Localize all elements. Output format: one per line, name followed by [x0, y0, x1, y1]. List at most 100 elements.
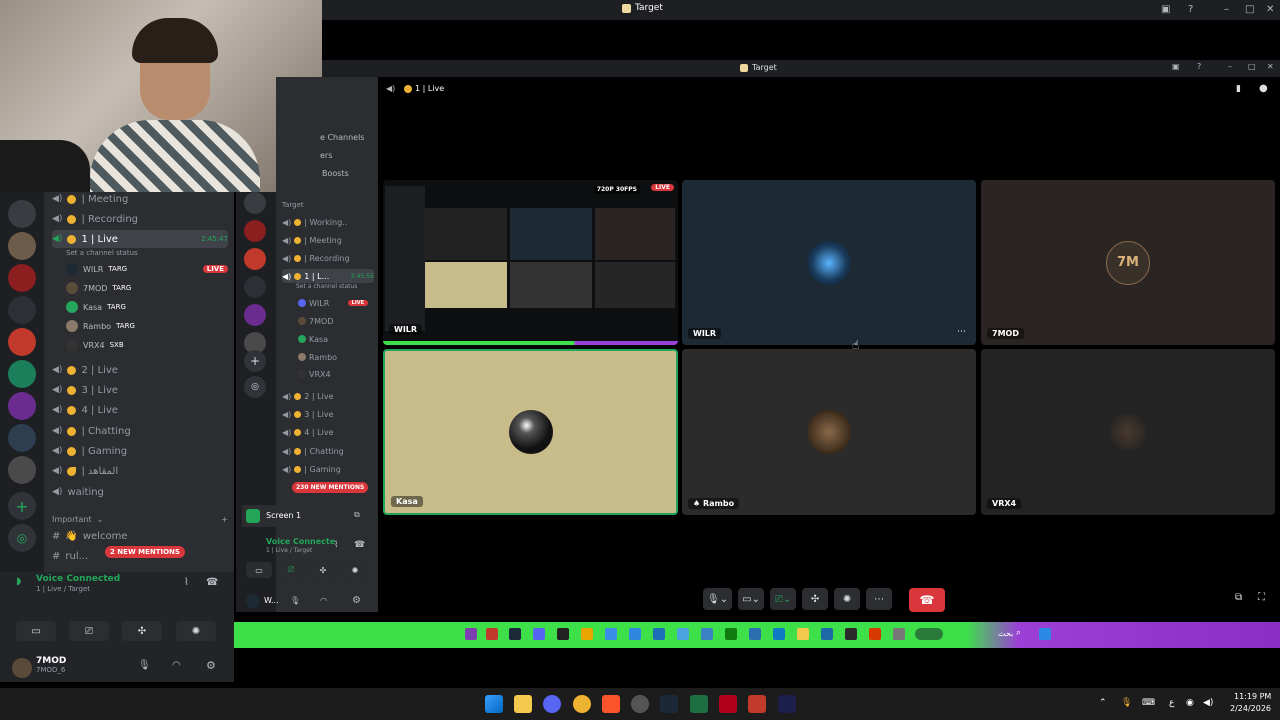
inner-discover-icon[interactable]: ◎ [244, 376, 266, 398]
discover-icon[interactable]: ◎ [8, 524, 36, 552]
server-icon[interactable] [8, 360, 36, 388]
inner-channel[interactable]: ◀) | Gaming [282, 462, 374, 476]
app-icon[interactable] [631, 695, 649, 713]
inner-channel[interactable]: ◀) 4 | Live [282, 425, 374, 439]
soundboard-button[interactable]: ✺ [176, 621, 216, 641]
channel-meeting[interactable]: ◀) | Meeting [52, 190, 228, 208]
server-icon[interactable] [8, 424, 36, 452]
inner-app-icon[interactable] [486, 628, 498, 640]
inner-server-icon[interactable] [244, 276, 266, 298]
inner-settings-icon[interactable]: ⚙ [352, 595, 361, 606]
microphone-icon[interactable]: 🎙 [138, 660, 151, 671]
inner-app-icon[interactable] [557, 628, 569, 640]
inner-server-icon[interactable] [244, 220, 266, 242]
server-icon[interactable] [8, 296, 36, 324]
inner-user-avatar[interactable] [246, 594, 260, 608]
screen-share-icon[interactable]: ▣ [1161, 4, 1170, 15]
share-screen-button[interactable]: ⎚⌄ [770, 588, 797, 610]
server-icon[interactable] [8, 456, 36, 484]
volume-icon[interactable]: ◀) [1203, 698, 1213, 708]
keyboard-icon[interactable]: ⌨ [1142, 698, 1155, 708]
voice-connected-label[interactable]: Voice Connected [36, 574, 120, 584]
inner-voice-user[interactable]: VRX4 [298, 367, 368, 381]
clock-time[interactable]: 11:19 PM [1234, 692, 1271, 701]
brave-icon[interactable] [602, 695, 620, 713]
more-options-icon[interactable]: ⋯ [957, 327, 966, 337]
chat-icon[interactable]: ● [1259, 83, 1268, 94]
channel-waiting[interactable]: ◀) waiting [52, 483, 228, 501]
inner-app-icon[interactable] [915, 628, 943, 640]
discord-icon[interactable] [533, 628, 545, 640]
network-icon[interactable]: ◉ [1186, 698, 1194, 708]
noise-suppression-icon[interactable]: ⌇ [184, 577, 189, 588]
activities-button[interactable]: ✣ [802, 588, 829, 610]
inner-app-icon[interactable] [629, 628, 641, 640]
inner-add-server-icon[interactable]: + [244, 350, 266, 372]
fullscreen-icon[interactable]: ⛶ [1258, 592, 1265, 603]
inner-noise-icon[interactable]: ⌇ [334, 540, 338, 550]
inner-search-icon[interactable]: ⌕ [1016, 628, 1021, 638]
inner-voice-user[interactable]: 7MOD [298, 314, 368, 328]
stream-tile-rambo[interactable]: ♠ Rambo [682, 349, 976, 515]
voice-channel-path[interactable]: 1 | Live / Target [36, 585, 90, 593]
server-icon[interactable] [8, 392, 36, 420]
inner-app-icon[interactable] [749, 628, 761, 640]
screen-share-button[interactable]: ⎚ [69, 621, 109, 641]
inner-screen-share-bar[interactable]: Screen 1 ⧉ [242, 505, 372, 527]
popout-icon[interactable]: ⧉ [354, 510, 360, 520]
minimize-icon[interactable]: – [1224, 4, 1229, 15]
user-avatar[interactable] [12, 658, 32, 678]
close-icon[interactable]: ✕ [1266, 4, 1274, 15]
inner-server-icon[interactable] [244, 192, 266, 214]
add-channel-icon[interactable]: + [221, 515, 228, 524]
video-button[interactable]: ▭⌄ [738, 588, 765, 610]
excel-icon[interactable] [690, 695, 708, 713]
inner-app-icon[interactable] [677, 628, 689, 640]
server-icon[interactable] [8, 328, 36, 356]
inner-close-icon[interactable]: ✕ [1267, 62, 1274, 71]
inner-disconnect-icon[interactable]: ☎ [354, 540, 365, 550]
inner-header-channels[interactable]: e Channels [320, 133, 364, 142]
xbox-icon[interactable] [725, 628, 737, 640]
new-mentions-badge[interactable]: 2 NEW MENTIONS [105, 546, 185, 558]
inner-channel[interactable]: ◀) | Working.. [282, 215, 374, 229]
stream-tile-screen[interactable]: 720P 30FPS LIVE WILR [383, 180, 678, 345]
inner-screen-icon[interactable]: ▣ [1172, 62, 1180, 71]
stream-tile-vrx4[interactable]: VRX4 [981, 349, 1275, 515]
server-icon[interactable] [8, 232, 36, 260]
channel-welcome[interactable]: # 👋 welcome [52, 527, 228, 545]
server-icon[interactable] [8, 200, 36, 228]
category-important[interactable]: Important ⌄ + [52, 510, 228, 528]
tray-microphone-icon[interactable]: 🎙 [1121, 698, 1132, 708]
language-indicator[interactable]: ع [1169, 698, 1174, 708]
voice-user[interactable]: WILR TARG LIVE [66, 260, 228, 278]
voice-user[interactable]: Rambo TARG [66, 317, 228, 335]
channel-recording[interactable]: ◀) | Recording [52, 210, 228, 228]
inner-channel-status[interactable]: Set a channel status [296, 283, 357, 290]
camera-button[interactable]: ▭ [16, 621, 56, 641]
more-button[interactable]: ⋯ [866, 588, 893, 610]
inner-app-icon[interactable] [653, 628, 665, 640]
inner-channel[interactable]: ◀) | Chatting [282, 444, 374, 458]
inner-voice-user[interactable]: Rambo [298, 350, 368, 364]
user-name[interactable]: 7MOD [36, 656, 66, 666]
app-icon[interactable] [778, 695, 796, 713]
inner-share-button[interactable]: ⎚ [278, 562, 304, 578]
inner-camera-button[interactable]: ▭ [246, 562, 272, 578]
inner-voice-path[interactable]: 1 | Live / Target [266, 547, 312, 554]
channel-status[interactable]: Set a channel status [66, 247, 228, 259]
channel-3-live[interactable]: ◀) 3 | Live [52, 381, 228, 399]
inner-channel[interactable]: ◀) | Recording [282, 251, 374, 265]
hang-up-button[interactable]: ☎ [909, 588, 945, 612]
inner-app-icon[interactable] [845, 628, 857, 640]
inner-server-icon[interactable] [244, 304, 266, 326]
stream-tile-kasa[interactable]: Kasa [383, 349, 678, 515]
headphones-icon[interactable]: ◠ [172, 660, 181, 671]
inner-search-label[interactable]: بحث [998, 629, 1013, 638]
inner-channel-active[interactable]: ◀) 1 | L... 2:45:55 [282, 269, 374, 283]
edge-icon[interactable] [773, 628, 785, 640]
tray-chevron-icon[interactable]: ⌃ [1099, 698, 1107, 708]
inner-microphone-icon[interactable]: 🎙 [290, 596, 300, 605]
activities-button[interactable]: ✣ [122, 621, 162, 641]
inner-app-icon[interactable] [465, 628, 477, 640]
